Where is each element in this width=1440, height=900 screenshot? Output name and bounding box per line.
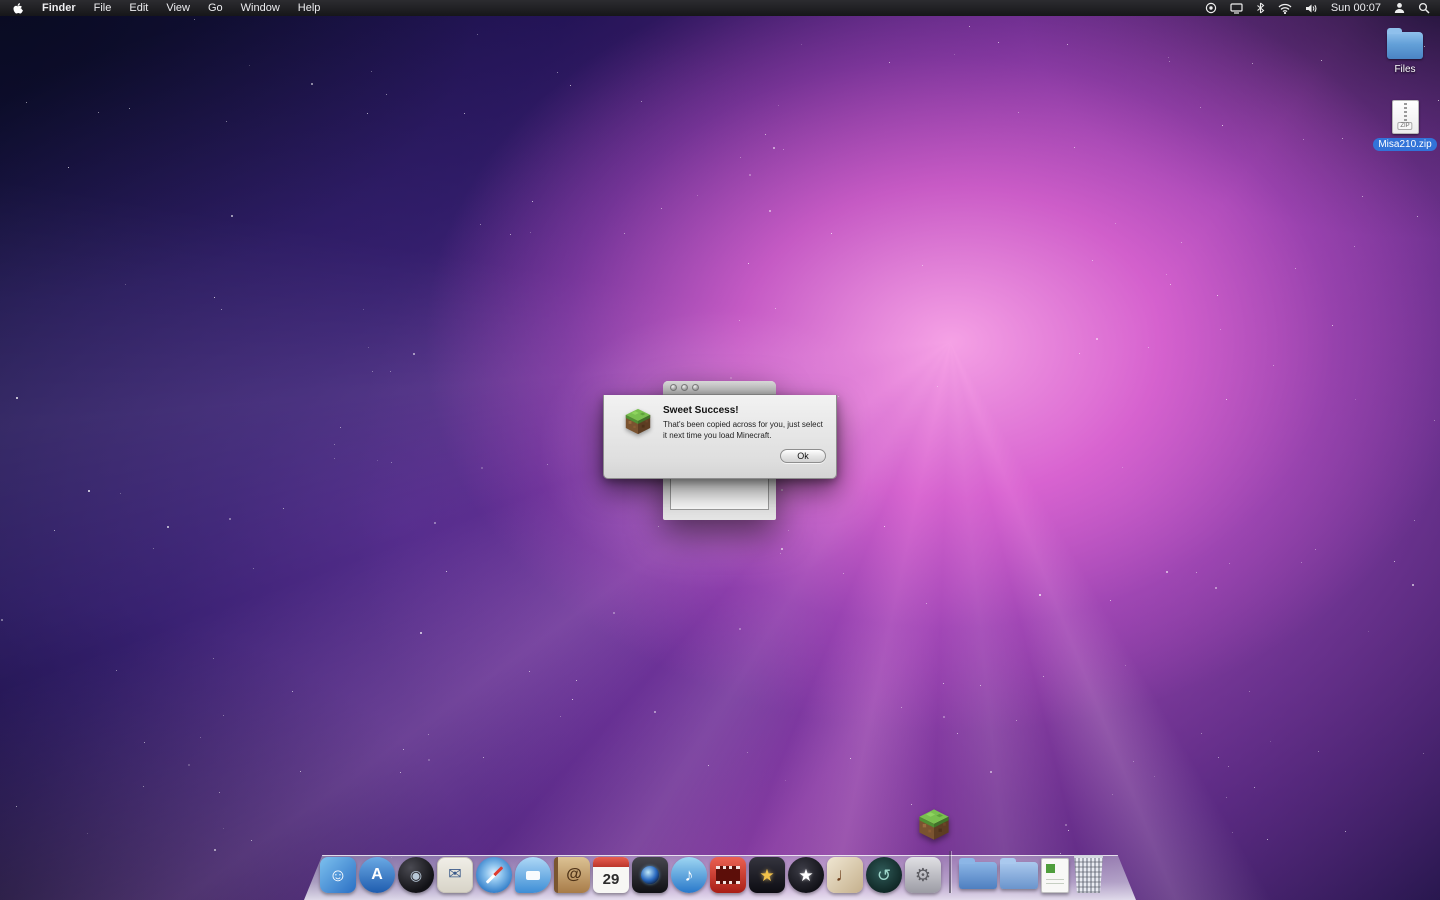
minimize-button[interactable] bbox=[681, 384, 688, 391]
dock-itunes[interactable]: ♪ bbox=[671, 857, 707, 893]
menu-bar-status: Sun 00:07 bbox=[1205, 2, 1440, 14]
close-button[interactable] bbox=[670, 384, 677, 391]
universal-access-icon[interactable] bbox=[1205, 2, 1217, 14]
zip-label: Misa210.zip bbox=[1373, 138, 1436, 151]
bluetooth-icon[interactable] bbox=[1256, 2, 1265, 14]
dock-system-preferences[interactable]: ⚙ bbox=[905, 857, 941, 893]
wifi-icon[interactable] bbox=[1278, 3, 1292, 14]
zoom-button[interactable] bbox=[692, 384, 699, 391]
zip-badge: ZIP bbox=[1397, 122, 1412, 130]
menu-file[interactable]: File bbox=[94, 2, 112, 14]
dock-icon-row: ☺ A ◉ ✉ @29 ♪ ★ ★ ♩ ↺ ⚙ bbox=[320, 851, 1105, 893]
menu-finder[interactable]: Finder bbox=[42, 2, 76, 14]
dock-ichat[interactable] bbox=[515, 857, 551, 893]
aperture-glyph: ★ bbox=[798, 867, 813, 884]
dock-ical[interactable]: 29 bbox=[593, 857, 629, 893]
mail-glyph: ✉ bbox=[448, 867, 461, 883]
display-icon[interactable] bbox=[1230, 3, 1243, 14]
finder-glyph: ☺ bbox=[329, 866, 347, 884]
time-machine-glyph: ↺ bbox=[877, 867, 891, 884]
files-label: Files bbox=[1389, 63, 1420, 76]
dock-photo-booth[interactable] bbox=[632, 857, 668, 893]
dock-stack-folder-1[interactable] bbox=[959, 862, 997, 889]
dock-time-machine[interactable]: ↺ bbox=[866, 857, 902, 893]
idvd-glyph: ★ bbox=[759, 867, 774, 884]
folder-icon bbox=[1387, 32, 1423, 59]
dock-finder[interactable]: ☺ bbox=[320, 857, 356, 893]
dock-safari[interactable] bbox=[476, 857, 512, 893]
dock-stack-folder-2[interactable] bbox=[1000, 862, 1038, 889]
dock: ☺ A ◉ ✉ @29 ♪ ★ ★ ♩ ↺ ⚙ bbox=[304, 844, 1136, 900]
alert-heading: Sweet Success! bbox=[663, 405, 739, 416]
app-store-glyph: A bbox=[371, 867, 383, 883]
minecraft-grass-icon bbox=[623, 406, 653, 436]
window-text-field[interactable] bbox=[670, 477, 769, 510]
itunes-glyph: ♪ bbox=[685, 866, 694, 884]
system-preferences-glyph: ⚙ bbox=[915, 866, 931, 884]
window-titlebar[interactable] bbox=[663, 381, 776, 395]
desktop-icon-files[interactable]: Files bbox=[1377, 32, 1433, 76]
menu-edit[interactable]: Edit bbox=[129, 2, 148, 14]
zip-file-icon: ZIP bbox=[1392, 100, 1419, 134]
menu-window[interactable]: Window bbox=[241, 2, 280, 14]
menu-help[interactable]: Help bbox=[298, 2, 321, 14]
dock-mail[interactable]: ✉ bbox=[437, 857, 473, 893]
dock-dvd-player[interactable] bbox=[710, 857, 746, 893]
dock-dashboard[interactable]: ◉ bbox=[398, 857, 434, 893]
menu-bar-left: Finder File Edit View Go Window Help bbox=[0, 2, 320, 15]
dock-garageband[interactable]: ♩ bbox=[827, 857, 863, 893]
dashboard-glyph: ◉ bbox=[410, 868, 422, 882]
ok-button[interactable]: Ok bbox=[780, 449, 826, 463]
menu-view[interactable]: View bbox=[166, 2, 190, 14]
dock-stack-documents[interactable] bbox=[1041, 858, 1069, 893]
dock-trash[interactable] bbox=[1072, 855, 1105, 893]
menu-bar: Finder File Edit View Go Window Help Sun… bbox=[0, 0, 1440, 16]
desktop: Finder File Edit View Go Window Help Sun… bbox=[0, 0, 1440, 900]
garageband-glyph: ♩ bbox=[836, 866, 855, 885]
volume-icon[interactable] bbox=[1305, 3, 1318, 14]
dock-idvd[interactable]: ★ bbox=[749, 857, 785, 893]
user-icon[interactable] bbox=[1394, 2, 1405, 14]
alert-body: That's been copied across for you, just … bbox=[663, 419, 829, 441]
dock-separator bbox=[949, 851, 951, 893]
ical-glyph: 29 bbox=[603, 872, 620, 887]
menu-go[interactable]: Go bbox=[208, 2, 223, 14]
address-book-glyph: @ bbox=[566, 867, 582, 883]
desktop-icon-misa-zip[interactable]: ZIP Misa210.zip bbox=[1377, 100, 1433, 151]
apple-menu-icon[interactable] bbox=[12, 2, 24, 15]
dock-address-book[interactable]: @ bbox=[554, 857, 590, 893]
minecraft-dock-bounce-icon[interactable] bbox=[916, 806, 952, 842]
dock-aperture[interactable]: ★ bbox=[788, 857, 824, 893]
menu-clock[interactable]: Sun 00:07 bbox=[1331, 2, 1381, 14]
spotlight-icon[interactable] bbox=[1418, 2, 1430, 14]
dock-app-store[interactable]: A bbox=[359, 857, 395, 893]
alert-sheet: Sweet Success! That's been copied across… bbox=[603, 395, 837, 479]
